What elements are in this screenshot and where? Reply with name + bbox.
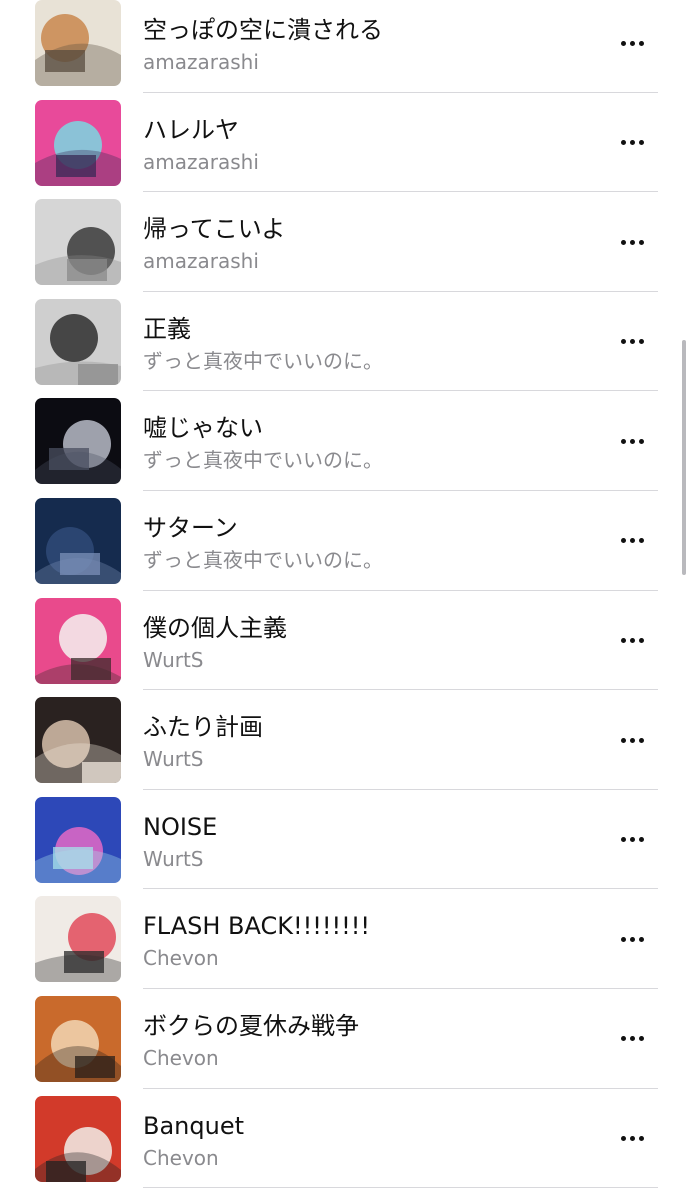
more-options-button[interactable] <box>610 33 654 53</box>
album-artwork <box>35 697 121 784</box>
track-artist: amazarashi <box>143 50 259 74</box>
track-title: 僕の個人主義 <box>143 613 287 642</box>
more-options-button[interactable] <box>610 232 654 252</box>
ellipsis-icon <box>620 737 644 743</box>
track-artist: Chevon <box>143 1045 219 1070</box>
track-artist: ずっと真夜中でいいのに。 <box>143 348 383 373</box>
track-artist: WurtS <box>143 846 204 871</box>
more-options-button[interactable] <box>610 332 654 352</box>
track-row[interactable]: FLASH BACK!!!!!!!! Chevon <box>0 889 693 989</box>
more-options-button[interactable] <box>610 431 654 451</box>
track-title: ふたり計画 <box>143 713 263 742</box>
track-artist: ずっと真夜中でいいのに。 <box>143 448 383 473</box>
row-separator <box>143 1187 658 1189</box>
album-artwork <box>35 597 121 684</box>
more-options-button[interactable] <box>610 631 654 651</box>
track-artist: amazarashi <box>143 149 259 174</box>
track-title: ボクらの夏休み戦争 <box>143 1011 359 1040</box>
album-artwork <box>35 99 121 186</box>
album-artwork <box>35 298 121 385</box>
track-row[interactable]: ボクらの夏休み戦争 Chevon <box>0 989 693 1089</box>
album-artwork <box>35 497 121 584</box>
track-artist: WurtS <box>143 647 204 672</box>
track-row[interactable]: 帰ってこいよ amazarashi <box>0 192 693 292</box>
track-title: ハレルヤ <box>143 115 239 144</box>
track-artist: amazarashi <box>143 249 259 274</box>
ellipsis-icon <box>620 837 644 843</box>
more-options-button[interactable] <box>610 133 654 153</box>
track-row[interactable]: 正義ずっと真夜中でいいのに。 <box>0 292 693 392</box>
track-title: FLASH BACK!!!!!!!! <box>143 912 370 941</box>
more-options-button[interactable] <box>610 929 654 949</box>
album-artwork <box>35 796 121 883</box>
track-title: 嘘じゃない <box>143 414 263 443</box>
ellipsis-icon <box>620 936 644 942</box>
ellipsis-icon <box>620 339 644 345</box>
track-artist: WurtS <box>143 747 204 772</box>
album-artwork <box>35 0 121 86</box>
track-row[interactable]: ふたり計画 WurtS <box>0 690 693 790</box>
track-list: 空っぽの空に潰される amazarashi ハレルヤ amazarashi 帰ってこいよ… <box>0 0 693 1189</box>
track-title: サターン <box>143 513 238 542</box>
track-title: Banquet <box>143 1111 245 1140</box>
ellipsis-icon <box>620 438 644 444</box>
track-artist: Chevon <box>143 1145 219 1170</box>
track-title: NOISE <box>143 812 218 841</box>
more-options-button[interactable] <box>610 830 654 850</box>
album-artwork <box>35 199 121 286</box>
ellipsis-icon <box>620 1136 644 1142</box>
ellipsis-icon <box>620 140 644 146</box>
more-options-button[interactable] <box>610 730 654 750</box>
more-options-button[interactable] <box>610 1029 654 1049</box>
track-row[interactable]: ハレルヤ amazarashi <box>0 93 693 193</box>
track-row[interactable]: NOISE WurtS <box>0 790 693 890</box>
track-title: 空っぽの空に潰される <box>143 16 383 44</box>
track-title: 正義 <box>143 314 191 343</box>
track-row[interactable]: 嘘じゃないずっと真夜中でいいのに。 <box>0 391 693 491</box>
track-row[interactable]: サターンずっと真夜中でいいのに。 <box>0 491 693 591</box>
track-row[interactable]: 空っぽの空に潰される amazarashi <box>0 0 693 93</box>
ellipsis-icon <box>620 538 644 544</box>
album-artwork <box>35 398 121 485</box>
album-artwork <box>35 896 121 983</box>
ellipsis-icon <box>620 1036 644 1042</box>
ellipsis-icon <box>620 638 644 644</box>
track-row[interactable]: Banquet Chevon <box>0 1089 693 1189</box>
more-options-button[interactable] <box>610 531 654 551</box>
scroll-indicator[interactable] <box>682 340 686 575</box>
track-row[interactable]: 僕の個人主義 WurtS <box>0 591 693 691</box>
album-artwork <box>35 995 121 1082</box>
more-options-button[interactable] <box>610 1129 654 1149</box>
track-artist: Chevon <box>143 946 219 971</box>
track-artist: ずっと真夜中でいいのに。 <box>143 547 383 572</box>
ellipsis-icon <box>620 40 644 46</box>
album-artwork <box>35 1095 121 1182</box>
track-title: 帰ってこいよ <box>143 215 286 244</box>
ellipsis-icon <box>620 239 644 245</box>
